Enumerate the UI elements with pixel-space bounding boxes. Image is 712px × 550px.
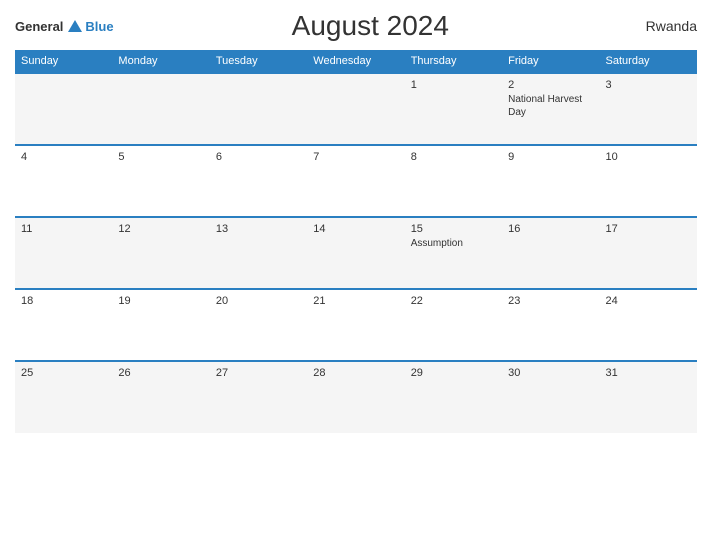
calendar-day-cell: 22 [405, 289, 502, 361]
day-number: 5 [118, 151, 203, 163]
col-sunday: Sunday [15, 50, 112, 73]
day-number: 1 [411, 79, 496, 91]
calendar-day-cell: 3 [600, 73, 697, 145]
day-number: 6 [216, 151, 301, 163]
day-number: 21 [313, 295, 398, 307]
calendar-day-cell: 4 [15, 145, 112, 217]
day-number: 27 [216, 367, 301, 379]
day-number: 13 [216, 223, 301, 235]
calendar-day-cell: 16 [502, 217, 599, 289]
calendar-day-cell: 10 [600, 145, 697, 217]
day-number: 24 [606, 295, 691, 307]
col-wednesday: Wednesday [307, 50, 404, 73]
calendar-day-cell: 5 [112, 145, 209, 217]
calendar-day-cell: 30 [502, 361, 599, 433]
day-number: 15 [411, 223, 496, 235]
day-number: 12 [118, 223, 203, 235]
header: General Blue August 2024 Rwanda [15, 10, 697, 42]
calendar-day-cell: 15 Assumption [405, 217, 502, 289]
col-monday: Monday [112, 50, 209, 73]
col-tuesday: Tuesday [210, 50, 307, 73]
calendar-day-cell [307, 73, 404, 145]
country-label: Rwanda [627, 18, 697, 34]
calendar-header-row: Sunday Monday Tuesday Wednesday Thursday… [15, 50, 697, 73]
day-number: 17 [606, 223, 691, 235]
calendar-day-cell: 17 [600, 217, 697, 289]
day-number: 26 [118, 367, 203, 379]
calendar-page: General Blue August 2024 Rwanda Sunday M… [0, 0, 712, 550]
event-label: Assumption [411, 237, 496, 250]
logo: General Blue [15, 19, 114, 34]
calendar-day-cell [112, 73, 209, 145]
day-number: 11 [21, 223, 106, 235]
calendar-day-cell: 28 [307, 361, 404, 433]
day-number: 25 [21, 367, 106, 379]
day-number: 29 [411, 367, 496, 379]
calendar-day-cell: 18 [15, 289, 112, 361]
day-number: 19 [118, 295, 203, 307]
day-number: 31 [606, 367, 691, 379]
calendar-day-cell: 24 [600, 289, 697, 361]
col-thursday: Thursday [405, 50, 502, 73]
calendar-day-cell: 14 [307, 217, 404, 289]
calendar-day-cell: 19 [112, 289, 209, 361]
day-number: 3 [606, 79, 691, 91]
day-number: 16 [508, 223, 593, 235]
calendar-day-cell [15, 73, 112, 145]
logo-general-text: General [15, 19, 63, 34]
calendar-day-cell: 1 [405, 73, 502, 145]
col-saturday: Saturday [600, 50, 697, 73]
calendar-day-cell: 20 [210, 289, 307, 361]
day-number: 2 [508, 79, 593, 91]
day-number: 28 [313, 367, 398, 379]
calendar-week-row: 25 26 27 28 29 30 31 [15, 361, 697, 433]
day-number: 8 [411, 151, 496, 163]
day-number: 20 [216, 295, 301, 307]
calendar-day-cell: 8 [405, 145, 502, 217]
day-number: 9 [508, 151, 593, 163]
calendar-week-row: 11 12 13 14 15 Assumption 16 17 [15, 217, 697, 289]
calendar-day-cell: 12 [112, 217, 209, 289]
calendar-day-cell: 23 [502, 289, 599, 361]
day-number: 23 [508, 295, 593, 307]
day-number: 10 [606, 151, 691, 163]
page-title: August 2024 [114, 10, 627, 42]
calendar-day-cell: 25 [15, 361, 112, 433]
calendar-day-cell: 6 [210, 145, 307, 217]
day-number: 14 [313, 223, 398, 235]
calendar-day-cell: 21 [307, 289, 404, 361]
calendar-table: Sunday Monday Tuesday Wednesday Thursday… [15, 50, 697, 433]
calendar-week-row: 45 67 89 10 [15, 145, 697, 217]
calendar-day-cell: 26 [112, 361, 209, 433]
calendar-day-cell: 27 [210, 361, 307, 433]
day-number: 30 [508, 367, 593, 379]
calendar-day-cell: 29 [405, 361, 502, 433]
col-friday: Friday [502, 50, 599, 73]
calendar-day-cell: 2 National Harvest Day [502, 73, 599, 145]
event-label: National Harvest Day [508, 93, 593, 119]
calendar-day-cell: 11 [15, 217, 112, 289]
calendar-week-row: 12 National Harvest Day 3 [15, 73, 697, 145]
logo-blue-text: Blue [85, 19, 113, 34]
calendar-day-cell: 7 [307, 145, 404, 217]
day-number: 4 [21, 151, 106, 163]
day-number: 18 [21, 295, 106, 307]
calendar-day-cell: 31 [600, 361, 697, 433]
calendar-day-cell: 13 [210, 217, 307, 289]
logo-triangle-icon [68, 20, 82, 32]
day-number: 7 [313, 151, 398, 163]
calendar-day-cell [210, 73, 307, 145]
calendar-week-row: 18 19 20 21 22 23 24 [15, 289, 697, 361]
calendar-day-cell: 9 [502, 145, 599, 217]
day-number: 22 [411, 295, 496, 307]
